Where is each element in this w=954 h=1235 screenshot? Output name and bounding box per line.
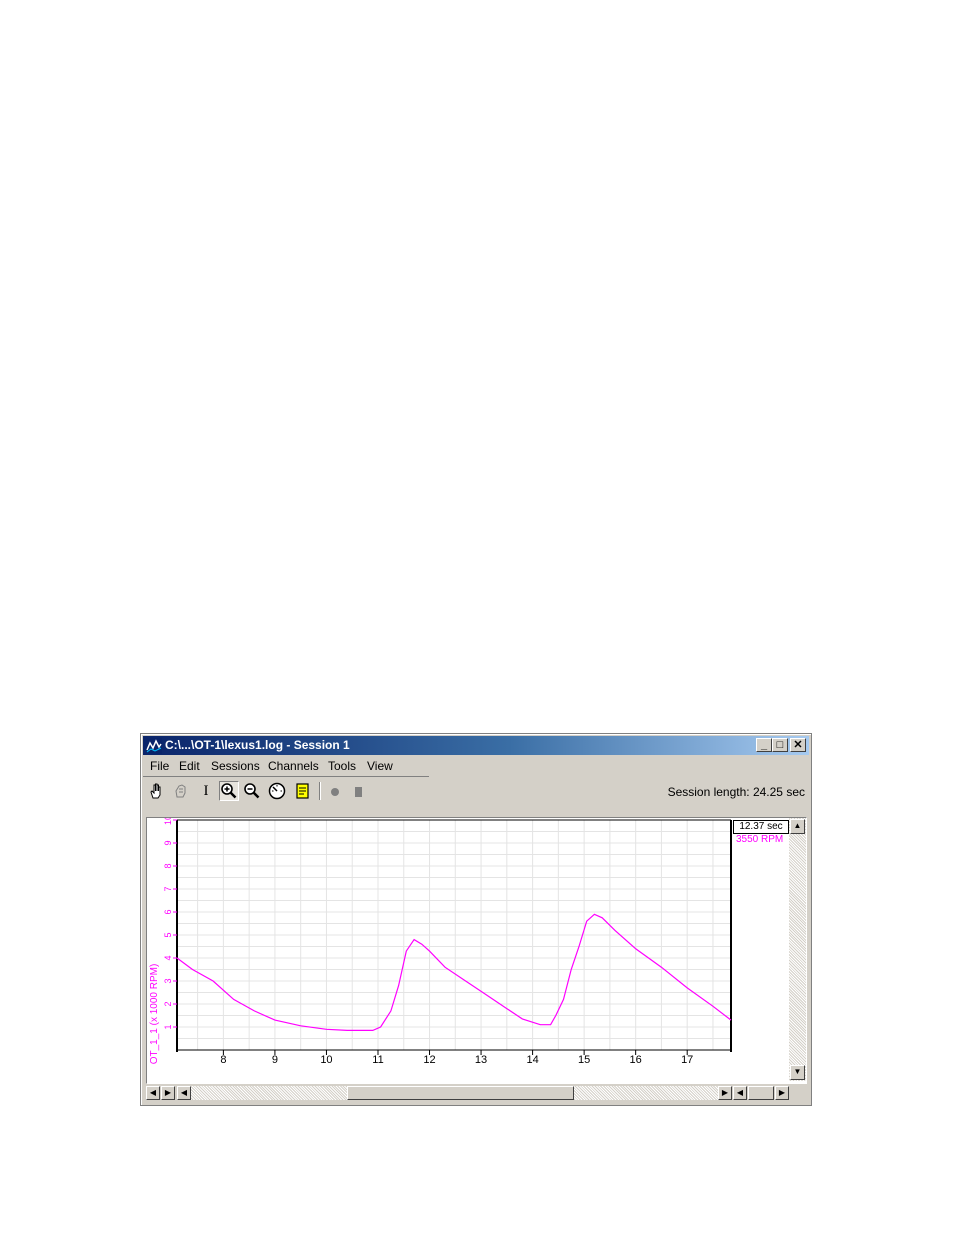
text-cursor-icon[interactable]: I <box>196 781 216 801</box>
time-readout: 12.37 sec <box>733 820 789 834</box>
rpm-series-line <box>176 913 732 1031</box>
y-tick-label: 10 <box>163 818 173 825</box>
readout-scroll-right-button[interactable]: ▶ <box>775 1086 789 1100</box>
horizontal-scrollbar[interactable]: ◀ ▶ <box>177 1085 732 1102</box>
x-tick-label: 17 <box>681 1054 693 1066</box>
menu-tools[interactable]: Tools <box>328 759 356 773</box>
y-tick-label: 4 <box>163 955 173 960</box>
session-length: Session length: 24.25 sec <box>667 785 805 799</box>
minimize-button[interactable]: _ <box>756 738 772 752</box>
scroll-up-button[interactable]: ▲ <box>790 819 805 834</box>
y-tick-label: 9 <box>163 840 173 845</box>
menu-channels[interactable]: Channels <box>268 759 319 773</box>
menu-file[interactable]: File <box>150 759 169 773</box>
y-tick-label: 2 <box>163 1001 173 1006</box>
toolbar-separator <box>319 782 321 800</box>
readout-scroll-left-button[interactable]: ◀ <box>733 1086 747 1100</box>
x-tick-label: 10 <box>320 1054 332 1066</box>
readout-scroll-thumb[interactable] <box>748 1086 774 1100</box>
rpm-chart[interactable]: 12345678910OT_1_1 (x 1000 RPM) 8 9 10 11 12 13… <box>147 815 806 1083</box>
session-window: C:\...\OT-1\lexus1.log - Session 1 _ □ ✕… <box>140 733 812 1106</box>
mini-scroll-right-button[interactable]: ▶ <box>161 1086 175 1100</box>
x-tick-label: 13 <box>475 1054 487 1066</box>
value-readout: 3550 RPM <box>736 834 784 845</box>
window-title: C:\...\OT-1\lexus1.log - Session 1 <box>165 738 350 752</box>
y-tick-label: 1 <box>163 1024 173 1029</box>
chart-area[interactable]: 1 2 3 4 5 6 7 8 9 10 OT_1_1 (x 1000 RPM) 8 9 10 11 12 13… <box>146 815 807 1084</box>
y-tick-label: 5 <box>163 932 173 937</box>
notepad-icon[interactable] <box>293 781 313 801</box>
x-tick-label: 8 <box>220 1054 226 1066</box>
zoom-in-icon[interactable] <box>219 781 239 801</box>
y-tick-label: 6 <box>163 909 173 914</box>
pan-hand-icon[interactable] <box>171 781 191 801</box>
scroll-right-button[interactable]: ▶ <box>718 1086 732 1100</box>
menu-bar: File Edit Sessions Channels Tools View <box>143 757 429 777</box>
x-tick-label: 14 <box>526 1054 538 1066</box>
mini-scroll-left-button[interactable]: ◀ <box>146 1086 160 1100</box>
speedometer-icon[interactable] <box>267 781 287 801</box>
zoom-out-icon[interactable] <box>243 781 263 801</box>
x-tick-label: 15 <box>578 1054 590 1066</box>
y-tick-label: 8 <box>163 863 173 868</box>
readout-scrollbar[interactable]: ◀ ▶ <box>733 1085 789 1102</box>
close-button[interactable]: ✕ <box>790 738 806 752</box>
record-icon[interactable] <box>325 781 345 801</box>
toolbar: I Session length: 24.25 sec <box>143 779 809 803</box>
title-bar[interactable]: C:\...\OT-1\lexus1.log - Session 1 _ □ ✕ <box>143 736 809 755</box>
x-tick-label: 9 <box>272 1054 278 1066</box>
menu-sessions[interactable]: Sessions <box>211 759 260 773</box>
vertical-scroll-track[interactable] <box>789 818 806 1081</box>
x-tick-label: 16 <box>630 1054 642 1066</box>
y-tick-label: 3 <box>163 978 173 983</box>
stop-icon[interactable] <box>349 781 369 801</box>
maximize-button[interactable]: □ <box>772 738 788 752</box>
x-tick-label: 11 <box>372 1054 383 1066</box>
menu-view[interactable]: View <box>367 759 393 773</box>
menu-edit[interactable]: Edit <box>179 759 200 773</box>
hand-icon[interactable] <box>147 781 167 801</box>
y-tick-label: 7 <box>163 886 173 891</box>
x-tick-label: 12 <box>423 1054 435 1066</box>
vertical-scrollbar[interactable]: ▲ ▼ <box>789 818 806 1081</box>
horizontal-scroll-thumb[interactable] <box>347 1086 574 1100</box>
scroll-down-button[interactable]: ▼ <box>790 1065 805 1080</box>
left-mini-scrollbar[interactable]: ◀ ▶ <box>146 1085 176 1102</box>
app-icon <box>146 738 162 754</box>
scroll-left-button[interactable]: ◀ <box>177 1086 191 1100</box>
y-axis-label: OT_1_1 (x 1000 RPM) <box>149 964 160 1065</box>
